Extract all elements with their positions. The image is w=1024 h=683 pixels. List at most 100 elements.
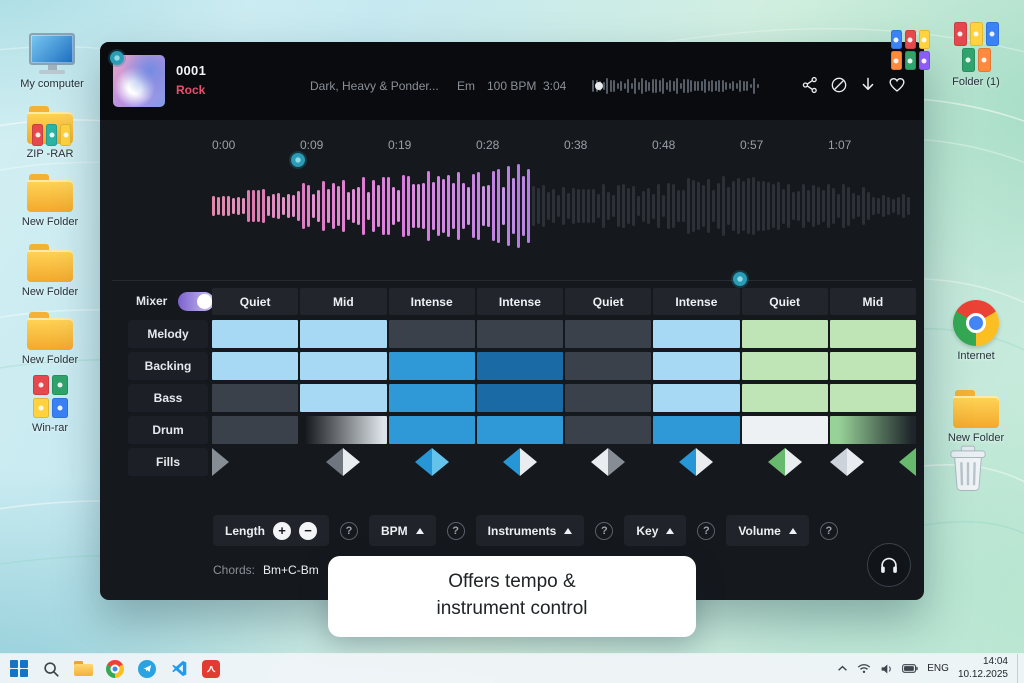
telegram-taskbar-icon[interactable] <box>134 656 160 682</box>
desktop-icon-zip-rar[interactable]: ZIP -RAR <box>14 96 86 161</box>
mixer-cell[interactable] <box>476 416 563 444</box>
bpm-help-icon[interactable]: ? <box>446 521 465 540</box>
download-icon[interactable] <box>857 74 879 96</box>
mixer-cell[interactable] <box>212 416 299 444</box>
desktop-icon-recycle-bin[interactable] <box>932 445 1004 494</box>
mixer-cell[interactable] <box>565 320 652 348</box>
length-increase-button[interactable]: + <box>273 521 291 540</box>
mixer-cell[interactable] <box>829 320 916 348</box>
mixer-toggle[interactable] <box>178 292 214 311</box>
bpm-button[interactable]: BPM <box>369 515 436 546</box>
mixer-cell[interactable] <box>741 320 828 348</box>
mixer-fills-cell[interactable] <box>565 448 651 476</box>
mixer-cell[interactable] <box>653 384 740 412</box>
mixer-cell[interactable] <box>476 352 563 380</box>
mixer-cell[interactable] <box>212 384 299 412</box>
desktop-icon-new-folder-2[interactable]: New Folder <box>14 234 86 299</box>
chrome-taskbar-icon[interactable] <box>102 656 128 682</box>
mixer-column-header[interactable]: Quiet <box>212 288 299 315</box>
mixer-cell[interactable] <box>741 416 828 444</box>
desktop-icon-win-rar[interactable]: Win-rar <box>14 370 86 435</box>
mixer-column-header[interactable]: Quiet <box>741 288 828 315</box>
desktop-icon-new-folder-3[interactable]: New Folder <box>14 302 86 367</box>
mixer-cell[interactable] <box>300 384 387 412</box>
mixer-row-label[interactable]: Backing <box>128 352 208 380</box>
battery-icon[interactable] <box>902 664 918 673</box>
clock[interactable]: 14:04 10.12.2025 <box>958 656 1008 681</box>
length-button[interactable]: Length + − <box>213 515 329 546</box>
volume-help-icon[interactable]: ? <box>819 521 838 540</box>
volume-button[interactable]: Volume <box>726 515 809 546</box>
mixer-cell[interactable] <box>829 384 916 412</box>
mixer-cell[interactable] <box>476 384 563 412</box>
header-mini-waveform[interactable] <box>592 75 760 97</box>
mixer-cell[interactable] <box>212 352 299 380</box>
mixer-cell[interactable] <box>212 320 299 348</box>
mixer-cell[interactable] <box>741 384 828 412</box>
search-taskbar-icon[interactable] <box>38 656 64 682</box>
waveform[interactable] <box>212 160 916 252</box>
reader-taskbar-icon[interactable] <box>198 656 224 682</box>
mixer-cell[interactable] <box>565 352 652 380</box>
mixer-fills-cell[interactable] <box>653 448 739 476</box>
mixer-cell[interactable] <box>653 320 740 348</box>
desktop-icon-internet[interactable]: Internet <box>940 298 1012 363</box>
mixer-fills-cell[interactable] <box>742 448 828 476</box>
no-copyright-icon[interactable] <box>828 74 850 96</box>
mixer-fills-cell[interactable] <box>300 448 386 476</box>
desktop-icon-folder-1[interactable]: Folder (1) <box>940 22 1012 89</box>
mixer-cell[interactable] <box>741 352 828 380</box>
mixer-column-header[interactable]: Mid <box>300 288 387 315</box>
favorite-icon[interactable] <box>886 74 908 96</box>
desktop-icon-my-computer[interactable]: My computer <box>16 26 88 91</box>
desktop-icon-new-folder-4[interactable]: New Folder <box>940 380 1012 445</box>
mixer-row-label[interactable]: Fills <box>128 448 208 476</box>
mixer-cell[interactable] <box>653 416 740 444</box>
mixer-cell[interactable] <box>388 384 475 412</box>
length-help-icon[interactable]: ? <box>340 521 358 540</box>
mixer-cell[interactable] <box>300 352 387 380</box>
mixer-fills-cell[interactable] <box>389 448 475 476</box>
show-desktop-button[interactable] <box>1017 654 1018 683</box>
mixer-cell[interactable] <box>300 416 387 444</box>
mixer-fills-cell[interactable] <box>212 448 298 476</box>
mixer-cell[interactable] <box>653 352 740 380</box>
vscode-taskbar-icon[interactable] <box>166 656 192 682</box>
key-help-icon[interactable]: ? <box>697 521 716 540</box>
playhead-marker-dot[interactable] <box>291 153 305 167</box>
volume-icon[interactable] <box>880 663 893 675</box>
mixer-cell[interactable] <box>476 320 563 348</box>
wifi-icon[interactable] <box>857 663 871 674</box>
mixer-cell[interactable] <box>388 416 475 444</box>
mixer-fills-cell[interactable] <box>829 448 916 476</box>
mixer-cell[interactable] <box>300 320 387 348</box>
mixer-cell[interactable] <box>388 320 475 348</box>
desktop-icon-corner-cluster[interactable] <box>874 22 946 70</box>
mixer-row-label[interactable]: Melody <box>128 320 208 348</box>
mixer-cell[interactable] <box>829 352 916 380</box>
desktop-icon-new-folder-1[interactable]: New Folder <box>14 164 86 229</box>
instruments-button[interactable]: Instruments <box>475 515 585 546</box>
tray-expand-icon[interactable] <box>837 665 848 672</box>
mixer-column-header[interactable]: Quiet <box>565 288 652 315</box>
start-taskbar-icon[interactable] <box>6 656 32 682</box>
explorer-taskbar-icon[interactable] <box>70 656 96 682</box>
share-icon[interactable] <box>799 74 821 96</box>
mixer-cell[interactable] <box>829 416 916 444</box>
mixer-row-label[interactable]: Drum <box>128 416 208 444</box>
mixer-cell[interactable] <box>388 352 475 380</box>
mixer-cell[interactable] <box>565 384 652 412</box>
system-tray[interactable]: ENG 14:04 10.12.2025 <box>837 654 1024 683</box>
mixer-fills-cell[interactable] <box>477 448 563 476</box>
mixer-row-label[interactable]: Bass <box>128 384 208 412</box>
language-indicator[interactable]: ENG <box>927 663 949 674</box>
mixer-column-header[interactable]: Intense <box>388 288 475 315</box>
length-decrease-button[interactable]: − <box>299 521 317 540</box>
mixer-column-header[interactable]: Intense <box>653 288 740 315</box>
key-button[interactable]: Key <box>624 515 687 546</box>
instruments-help-icon[interactable]: ? <box>595 521 614 540</box>
mixer-column-header[interactable]: Mid <box>829 288 916 315</box>
preview-headphones-button[interactable] <box>867 543 911 587</box>
mixer-cell[interactable] <box>565 416 652 444</box>
mixer-column-header[interactable]: Intense <box>476 288 563 315</box>
